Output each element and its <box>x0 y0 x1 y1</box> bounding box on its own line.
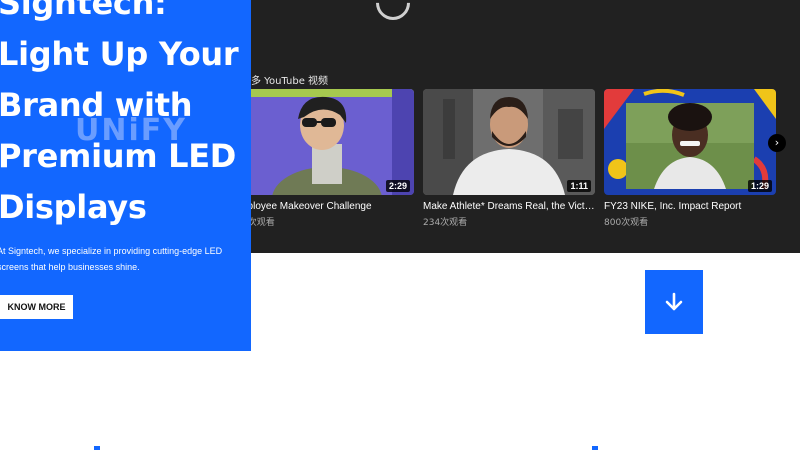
video-duration: 1:11 <box>567 180 591 192</box>
video-title[interactable]: FY23 NIKE, Inc. Impact Report <box>604 201 776 212</box>
decorative-fragment <box>94 446 100 450</box>
video-views: 234次观看 <box>423 218 468 228</box>
video-thumbnail[interactable]: 1:29 <box>604 89 776 195</box>
hero-title-line: Light Up Your <box>0 35 239 73</box>
hero-title-line: Displays <box>0 188 147 226</box>
video-title[interactable]: Make Athlete* Dreams Real, the Victory .… <box>423 201 595 212</box>
hero-description: At Signtech, we specialize in providing … <box>0 246 223 272</box>
decorative-fragment <box>592 446 598 450</box>
scroll-down-button[interactable] <box>645 270 703 334</box>
more-videos-label: 多 YouTube 视频 <box>251 76 329 87</box>
chevron-right-icon[interactable]: › <box>768 134 786 152</box>
video-duration: 1:29 <box>747 180 772 192</box>
video-views: 800次观看 <box>604 218 649 228</box>
video-thumbnail[interactable]: 1:11 <box>423 89 595 195</box>
spinner-icon <box>368 0 418 28</box>
hero-title: Signtech: Light Up Your Brand with Premi… <box>0 0 251 233</box>
know-more-button[interactable]: KNOW MORE <box>0 295 73 319</box>
video-card[interactable]: 1:11 Make Athlete* Dreams Real, the Vict… <box>423 89 595 228</box>
arrow-down-icon <box>665 292 683 311</box>
hero-title-line: Signtech: <box>0 0 167 22</box>
hero-panel: UNiFY Signtech: Light Up Your Brand with… <box>0 0 251 351</box>
video-card[interactable]: 1:29 FY23 NIKE, Inc. Impact Report 800次观… <box>604 89 776 228</box>
video-card[interactable]: 2:29 nployee Makeover Challenge 5次观看 <box>242 89 414 228</box>
video-duration: 2:29 <box>385 180 410 192</box>
video-thumbnail[interactable]: 2:29 <box>242 89 414 195</box>
video-title[interactable]: nployee Makeover Challenge <box>242 201 414 212</box>
video-views: 5次观看 <box>242 218 275 228</box>
hero-title-line: Premium LED <box>0 137 237 175</box>
hero-title-line: Brand with <box>0 86 193 124</box>
